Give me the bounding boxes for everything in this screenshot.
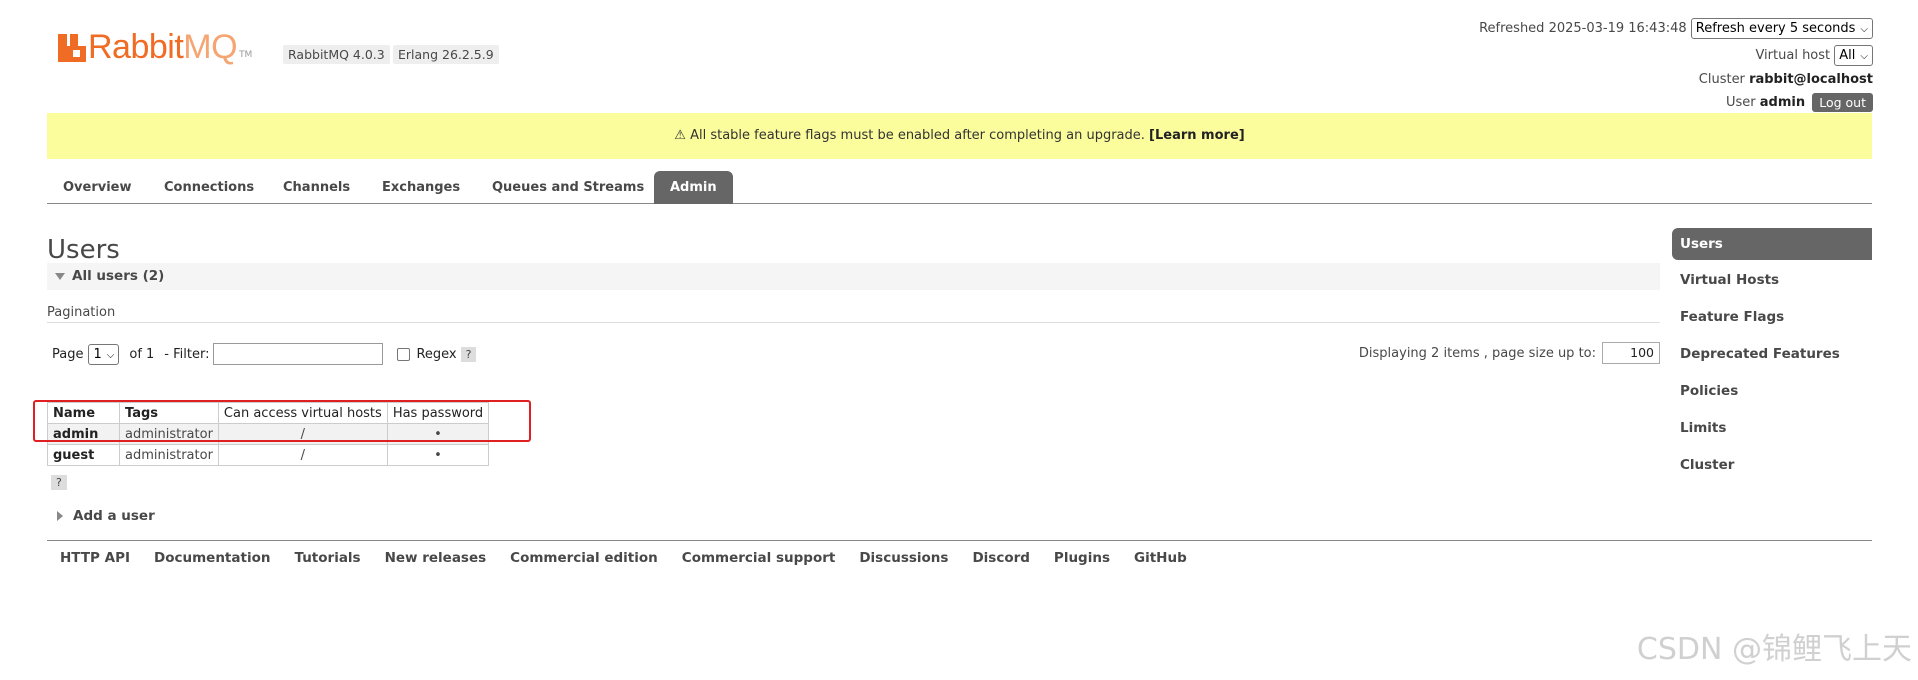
pagination-label: Pagination: [47, 305, 116, 320]
footer-link-plugins[interactable]: Plugins: [1054, 550, 1110, 566]
user-name-cell[interactable]: admin: [47, 423, 120, 445]
logo-trademark: TM: [239, 49, 253, 60]
tab-channels[interactable]: Channels: [267, 171, 366, 204]
user-name-cell[interactable]: guest: [47, 444, 120, 466]
warning-icon: ⚠: [674, 128, 686, 143]
user-vhosts-cell: /: [217, 444, 388, 466]
vhost-label: Virtual host: [1755, 48, 1831, 63]
footer-link-documentation[interactable]: Documentation: [154, 550, 270, 566]
chevron-down-icon: ⌵: [106, 349, 115, 361]
sidebar-item-limits[interactable]: Limits: [1672, 413, 1872, 450]
sidebar-item-deprecated-features[interactable]: Deprecated Features: [1672, 339, 1872, 376]
tab-overview[interactable]: Overview: [47, 171, 148, 204]
footer-link-http-api[interactable]: HTTP API: [60, 550, 130, 566]
regex-checkbox[interactable]: [397, 347, 411, 361]
tab-connections[interactable]: Connections: [148, 171, 270, 204]
user-password-cell: •: [386, 423, 490, 445]
add-user-section-toggle[interactable]: Add a user: [57, 508, 155, 524]
rabbitmq-version-badge: RabbitMQ 4.0.3: [283, 45, 390, 64]
column-header-vhosts[interactable]: Can access virtual hosts: [217, 402, 388, 424]
user-tags-cell: administrator: [119, 444, 219, 466]
erlang-version-badge: Erlang 26.2.5.9: [393, 45, 499, 64]
regex-label: Regex: [416, 346, 457, 362]
expand-triangle-icon: [57, 511, 63, 521]
logout-button[interactable]: Log out: [1812, 93, 1873, 112]
refresh-row: Refreshed 2025-03-19 16:43:48 Refresh ev…: [1479, 18, 1873, 39]
page-title: Users: [47, 235, 120, 265]
user-name: admin: [1759, 95, 1806, 110]
footer-link-discussions[interactable]: Discussions: [859, 550, 948, 566]
user-label: User: [1725, 95, 1756, 110]
sidebar-item-policies[interactable]: Policies: [1672, 376, 1872, 413]
table-header-row: Name Tags Can access virtual hosts Has p…: [47, 402, 490, 424]
chevron-down-icon: ⌵: [1860, 51, 1868, 62]
rabbitmq-logo-icon: [58, 33, 86, 62]
cluster-label: Cluster: [1698, 72, 1745, 87]
table-row[interactable]: admin administrator / •: [47, 423, 490, 445]
sidebar-item-feature-flags[interactable]: Feature Flags: [1672, 302, 1872, 339]
page-size-input[interactable]: 100: [1602, 342, 1660, 364]
learn-more-link[interactable]: [Learn more]: [1149, 128, 1245, 143]
footer-link-github[interactable]: GitHub: [1134, 550, 1187, 566]
table-help-button[interactable]: ?: [51, 475, 67, 490]
users-table: Name Tags Can access virtual hosts Has p…: [47, 402, 490, 466]
tab-admin[interactable]: Admin: [654, 171, 733, 204]
footer-links: HTTP API Documentation Tutorials New rel…: [60, 550, 1211, 566]
feature-flags-banner: ⚠ All stable feature flags must be enabl…: [47, 113, 1872, 159]
admin-sidebar: Users Virtual Hosts Feature Flags Deprec…: [1672, 228, 1872, 487]
footer-link-tutorials[interactable]: Tutorials: [294, 550, 360, 566]
filter-input[interactable]: [213, 343, 384, 365]
display-info: Displaying 2 items , page size up to: 10…: [1359, 342, 1660, 364]
main-nav-tabs: Overview Connections Channels Exchanges …: [47, 171, 1872, 204]
page-count: of 1: [129, 346, 155, 362]
chevron-down-icon: ⌵: [1860, 24, 1868, 35]
sidebar-item-users[interactable]: Users: [1672, 228, 1872, 260]
sidebar-item-cluster[interactable]: Cluster: [1672, 450, 1872, 487]
tab-exchanges[interactable]: Exchanges: [366, 171, 476, 204]
display-info-text: Displaying 2 items , page size up to:: [1358, 345, 1596, 361]
rabbitmq-logo[interactable]: RabbitMQ TM: [58, 28, 252, 67]
user-row: User admin Log out: [1726, 93, 1873, 112]
vhost-select[interactable]: All ⌵: [1834, 45, 1873, 66]
logo-text: RabbitMQ: [88, 28, 238, 66]
sidebar-item-virtual-hosts[interactable]: Virtual Hosts: [1672, 265, 1872, 302]
column-header-name[interactable]: Name: [47, 402, 120, 424]
collapse-triangle-icon: [55, 273, 65, 280]
vhost-row: Virtual host All ⌵: [1755, 45, 1873, 66]
page-select[interactable]: 1 ⌵: [88, 343, 120, 365]
user-tags-cell: administrator: [119, 423, 219, 445]
footer-link-new-releases[interactable]: New releases: [385, 550, 487, 566]
banner-text: All stable feature flags must be enabled…: [690, 128, 1145, 143]
user-password-cell: •: [386, 444, 490, 466]
column-header-has-password[interactable]: Has password: [386, 402, 490, 424]
footer-link-discord[interactable]: Discord: [972, 550, 1029, 566]
column-header-tags[interactable]: Tags: [119, 402, 219, 424]
add-user-label: Add a user: [73, 508, 155, 524]
cluster-row: Cluster rabbit@localhost: [1699, 72, 1873, 87]
tab-queues-and-streams[interactable]: Queues and Streams: [476, 171, 660, 204]
refreshed-timestamp: Refreshed 2025-03-19 16:43:48: [1479, 21, 1687, 36]
section-title: All users (2): [72, 268, 165, 284]
footer-link-commercial-support[interactable]: Commercial support: [682, 550, 836, 566]
divider: [47, 322, 1660, 323]
page-label: Page: [52, 346, 84, 362]
all-users-section-toggle[interactable]: All users (2): [47, 263, 1660, 290]
csdn-watermark: CSDN @锦鲤飞上天: [1636, 632, 1912, 667]
footer-divider: [47, 540, 1872, 541]
regex-help-button[interactable]: ?: [460, 346, 477, 362]
refresh-interval-select[interactable]: Refresh every 5 seconds ⌵: [1690, 18, 1873, 39]
cluster-name: rabbit@localhost: [1749, 72, 1873, 87]
table-row[interactable]: guest administrator / •: [47, 444, 490, 466]
pagination-controls: Page 1 ⌵ of 1 - Filter: Regex ?: [52, 343, 477, 365]
filter-label: - Filter:: [164, 346, 210, 362]
user-vhosts-cell: /: [217, 423, 388, 445]
footer-link-commercial-edition[interactable]: Commercial edition: [510, 550, 658, 566]
